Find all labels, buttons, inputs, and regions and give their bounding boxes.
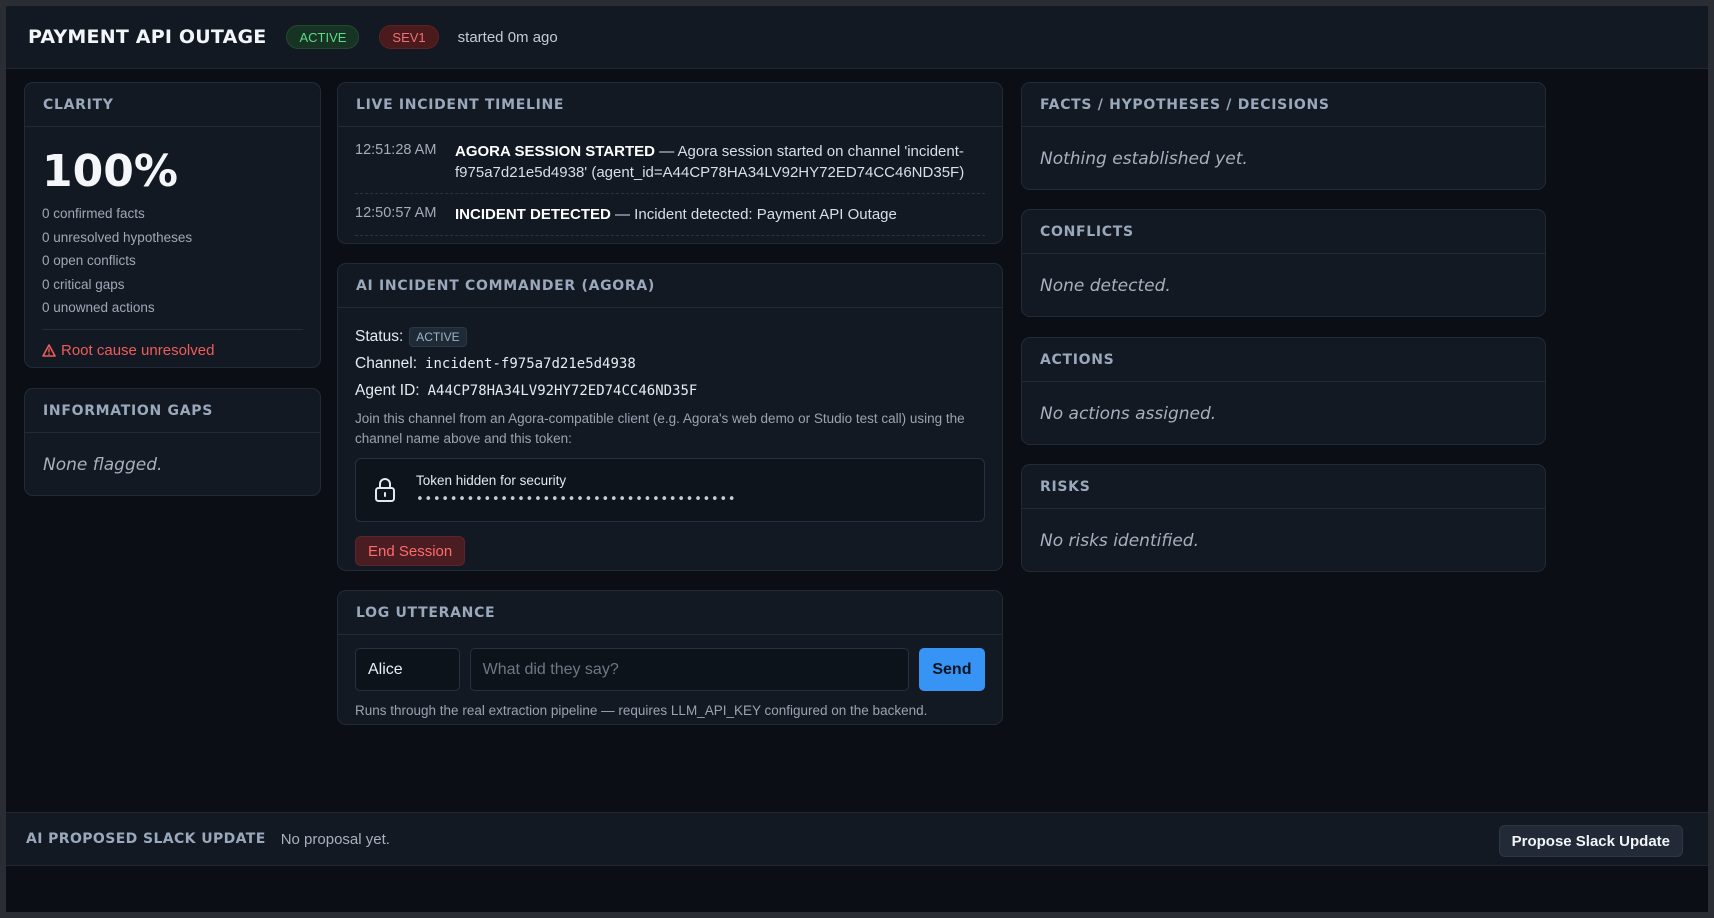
slack-update-value: No proposal yet. [280,830,390,848]
agent-value: A44CP78HA34LV92HY72ED74CC46ND35F [427,382,698,399]
info-gaps-empty: None flagged. [43,455,163,475]
warning-text: Root cause unresolved [61,341,215,359]
session-status-badge: ACTIVE [409,326,467,347]
stat-open-conflicts: 0 open conflicts [42,253,136,268]
severity-badge: SEV1 [379,25,439,49]
log-hint: Runs through the real extraction pipelin… [355,703,928,718]
event-text: AGORA SESSION STARTED — Agora session st… [455,141,985,183]
actions-empty: No actions assigned. [1040,404,1217,424]
conflicts-empty: None detected. [1040,276,1171,296]
app-window: PAYMENT API OUTAGE ACTIVE SEV1 started 0… [6,6,1708,912]
event-label: AGORA SESSION STARTED [455,143,656,160]
incident-header: PAYMENT API OUTAGE ACTIVE SEV1 started 0… [6,6,1708,69]
stat-unresolved-hypotheses: 0 unresolved hypotheses [42,229,193,245]
incident-title: PAYMENT API OUTAGE [28,26,267,48]
channel-label: Channel: [355,354,418,372]
event-description: — Incident detected: Payment API Outage [610,206,897,223]
channel-value: incident-f975a7d21e5d4938 [425,355,636,372]
token-label: Token hidden for security [416,473,567,488]
lock-icon [375,478,395,502]
speaker-input[interactable]: Alice [355,648,460,691]
agent-row: Agent ID: A44CP78HA34LV92HY72ED74CC46ND3… [355,377,985,404]
token-mask: •••••••••••••••••••••••••••••••••••••• [416,492,737,507]
divider [42,328,303,330]
status-badge: ACTIVE [286,25,360,49]
facts-title: FACTS / HYPOTHESES / DECISIONS [1022,83,1545,127]
facts-panel: FACTS / HYPOTHESES / DECISIONS Nothing e… [1021,82,1546,190]
status-label: Status: [355,327,404,345]
token-box: Token hidden for security ••••••••••••••… [355,458,985,522]
stat-unowned-actions: 0 unowned actions [42,300,155,315]
slack-update-bar: AI PROPOSED SLACK UPDATE No proposal yet… [6,812,1708,866]
utterance-input[interactable]: What did they say? [469,648,909,691]
event-label: INCIDENT DETECTED [455,206,611,223]
stat-confirmed-facts: 0 confirmed facts [42,206,145,221]
event-time: 12:51:28 AM [355,142,437,158]
actions-panel: ACTIONS No actions assigned. [1021,337,1546,445]
commander-panel: AI INCIDENT COMMANDER (AGORA) Status: AC… [337,263,1003,571]
commander-title: AI INCIDENT COMMANDER (AGORA) [338,264,1002,308]
status-row: Status: ACTIVE [355,323,985,350]
warning-icon [42,343,56,357]
conflicts-title: CONFLICTS [1022,210,1545,254]
risks-panel: RISKS No risks identified. [1021,464,1546,572]
timeline-panel: LIVE INCIDENT TIMELINE 12:51:28 AM AGORA… [337,82,1003,244]
clarity-title: CLARITY [25,83,320,127]
end-session-button[interactable]: End Session [355,536,466,566]
started-time: started 0m ago [457,28,558,46]
root-cause-warning: Root cause unresolved [42,342,303,359]
send-button[interactable]: Send [918,648,985,691]
log-panel: LOG UTTERANCE Alice What did they say? S… [337,590,1003,725]
facts-empty: Nothing established yet. [1040,149,1248,169]
event-text: INCIDENT DETECTED — Incident detected: P… [455,204,897,225]
timeline-event: 12:51:28 AM AGORA SESSION STARTED — Agor… [355,131,985,194]
log-title: LOG UTTERANCE [338,591,1002,635]
timeline-event: 12:50:57 AM INCIDENT DETECTED — Incident… [355,194,985,236]
conflicts-panel: CONFLICTS None detected. [1021,209,1546,317]
info-gaps-panel: INFORMATION GAPS None flagged. [24,388,321,496]
propose-slack-update-button[interactable]: Propose Slack Update [1498,825,1683,857]
slack-update-label: AI PROPOSED SLACK UPDATE [26,831,266,847]
stat-critical-gaps: 0 critical gaps [42,276,125,292]
info-gaps-title: INFORMATION GAPS [25,389,320,433]
clarity-stats: 0 confirmed facts 0 unresolved hypothese… [42,202,303,320]
risks-empty: No risks identified. [1040,531,1199,551]
actions-title: ACTIONS [1022,338,1545,382]
timeline-title: LIVE INCIDENT TIMELINE [338,83,1002,127]
clarity-percent: 100% [42,146,178,197]
join-hint: Join this channel from an Agora-compatib… [355,411,965,446]
clarity-panel: CLARITY 100% 0 confirmed facts 0 unresol… [24,82,321,368]
agent-label: Agent ID: [355,381,420,399]
event-time: 12:50:57 AM [355,205,437,221]
risks-title: RISKS [1022,465,1545,509]
channel-row: Channel: incident-f975a7d21e5d4938 [355,350,985,377]
